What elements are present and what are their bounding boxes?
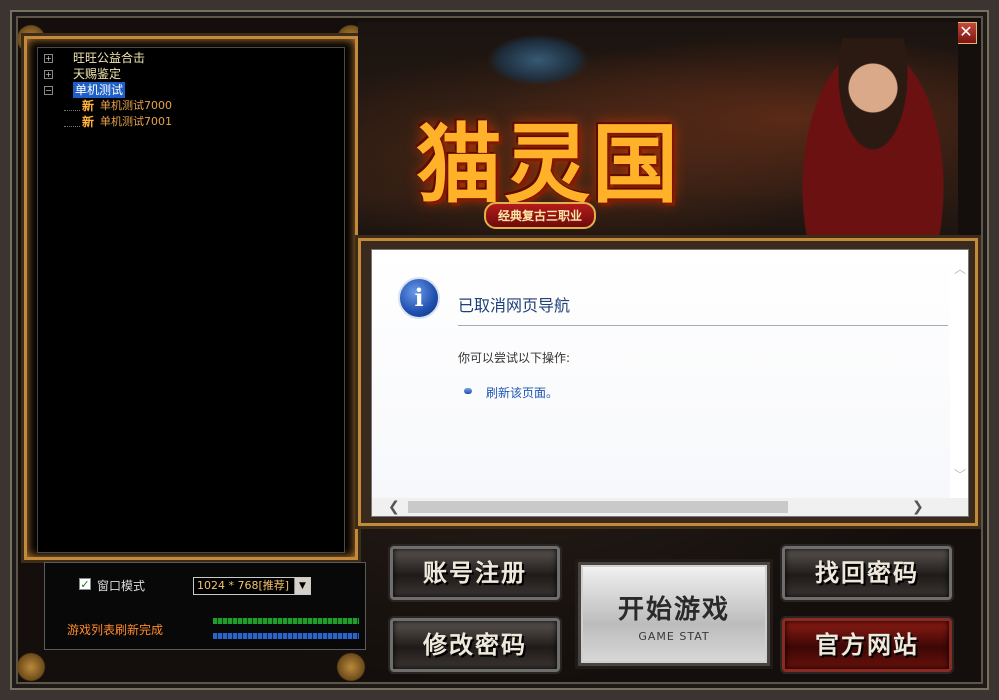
hero-artwork	[798, 38, 948, 236]
start-game-sublabel: GAME STAT	[638, 630, 710, 643]
options-panel: ✓ 窗口模式 1024 * 768[推荐] ▼ 游戏列表刷新完成	[24, 560, 366, 670]
server-label[interactable]: 单机测试7000	[100, 98, 172, 114]
navigation-canceled-title: 已取消网页导航	[458, 296, 571, 315]
embedded-browser[interactable]: i 已取消网页导航 你可以尝试以下操作: 刷新该页面。 ︿ ﹀ ❮ ❯	[371, 249, 969, 517]
resolution-select[interactable]: 1024 * 768[推荐] ▼	[193, 577, 311, 595]
status-text: 游戏列表刷新完成	[67, 623, 164, 637]
info-icon: i	[398, 277, 440, 319]
dragon-artwork	[478, 30, 598, 90]
browser-page: i 已取消网页导航 你可以尝试以下操作: 刷新该页面。	[372, 250, 950, 498]
scroll-down-icon[interactable]: ﹀	[954, 466, 966, 483]
scroll-thumb[interactable]	[408, 501, 788, 513]
tree-group-label[interactable]: 旺旺公益合击	[73, 50, 145, 66]
scroll-right-icon[interactable]: ❯	[912, 498, 924, 516]
new-badge: 新	[82, 99, 95, 113]
tree-group[interactable]: + 天赐鉴定	[42, 66, 172, 82]
chevron-down-icon[interactable]: ▼	[294, 578, 310, 594]
tree-group-label-selected[interactable]: 单机测试	[73, 82, 126, 98]
window-mode-label[interactable]: 窗口模式	[97, 577, 145, 594]
register-button[interactable]: 账号注册	[390, 546, 560, 600]
start-game-button[interactable]: 开始游戏 GAME STAT	[578, 562, 770, 666]
tree-group-label[interactable]: 天赐鉴定	[73, 66, 121, 82]
collapse-icon[interactable]: −	[44, 85, 53, 95]
expand-icon[interactable]: +	[44, 69, 53, 79]
recover-password-button[interactable]: 找回密码	[782, 546, 952, 600]
window-mode-checkbox[interactable]: ✓	[79, 578, 91, 590]
server-tree-view[interactable]: + 旺旺公益合击 + 天赐鉴定 − 单机测试 新 单机测试7000 新 单机测试…	[37, 47, 345, 553]
server-list-panel: + 旺旺公益合击 + 天赐鉴定 − 单机测试 新 单机测试7000 新 单机测试…	[24, 36, 358, 560]
bullet-icon	[464, 388, 472, 394]
game-logo: 猫灵国	[416, 114, 680, 215]
tree-group[interactable]: − 单机测试	[42, 82, 172, 98]
progress-bar-blue	[213, 633, 359, 639]
refresh-page-link[interactable]: 刷新该页面。	[486, 384, 558, 401]
new-badge: 新	[82, 115, 95, 129]
start-game-label: 开始游戏	[617, 595, 730, 625]
logo-subtitle: 经典复古三职业	[484, 202, 597, 229]
horizontal-scrollbar[interactable]: ❮ ❯	[372, 498, 968, 516]
tree-server-item[interactable]: 新 单机测试7000	[42, 98, 172, 114]
game-banner: 猫灵国 经典复古三职业	[358, 22, 958, 236]
options-box: ✓ 窗口模式 1024 * 768[推荐] ▼ 游戏列表刷新完成	[44, 562, 366, 650]
resolution-value: 1024 * 768[推荐]	[197, 579, 290, 592]
expand-icon[interactable]: +	[44, 53, 53, 63]
change-password-button[interactable]: 修改密码	[390, 618, 560, 672]
progress-bar-green	[213, 618, 359, 624]
tree-group[interactable]: + 旺旺公益合击	[42, 50, 172, 66]
server-label[interactable]: 单机测试7001	[100, 114, 172, 130]
suggestion-heading: 你可以尝试以下操作:	[458, 351, 571, 365]
tree-server-item[interactable]: 新 单机测试7001	[42, 114, 172, 130]
divider	[458, 325, 948, 326]
tree-connector	[64, 102, 80, 111]
scroll-up-icon[interactable]: ︿	[954, 260, 966, 277]
news-browser-frame: i 已取消网页导航 你可以尝试以下操作: 刷新该页面。 ︿ ﹀ ❮ ❯	[358, 238, 978, 526]
close-button[interactable]: ✕	[955, 22, 977, 44]
server-tree: + 旺旺公益合击 + 天赐鉴定 − 单机测试 新 单机测试7000 新 单机测试…	[42, 50, 172, 130]
scroll-left-icon[interactable]: ❮	[388, 498, 400, 516]
tree-connector	[64, 118, 80, 127]
vertical-scrollbar[interactable]: ︿ ﹀	[950, 250, 968, 498]
official-site-button[interactable]: 官方网站	[782, 618, 952, 672]
